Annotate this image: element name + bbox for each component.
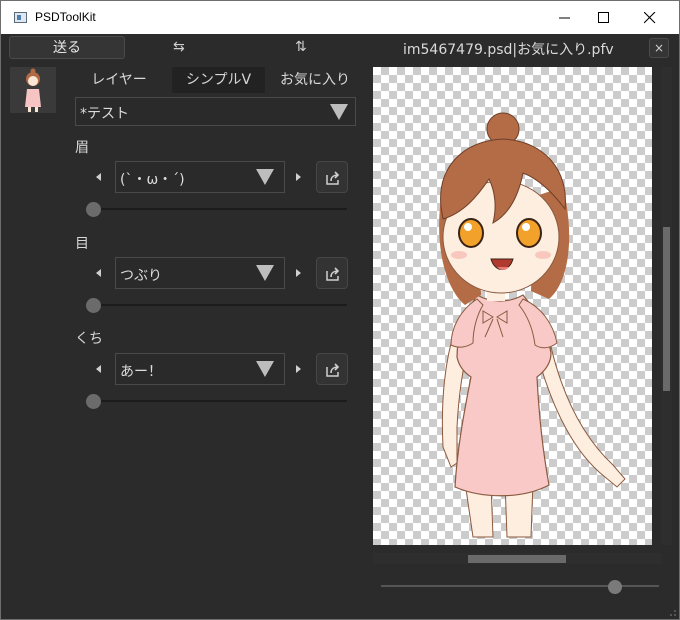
section-label-eyebrows: 眉 (75, 140, 89, 156)
send-button[interactable]: 送る (9, 36, 125, 59)
eyebrows-slider-knob[interactable] (86, 202, 101, 217)
eyebrows-share-button[interactable] (316, 161, 348, 193)
triangle-down-icon (330, 104, 348, 120)
eyes-slider-knob[interactable] (86, 298, 101, 313)
vertical-scrollbar-thumb[interactable] (663, 227, 670, 391)
eyebrows-value: (`・ω・´) (120, 172, 185, 188)
share-icon (326, 171, 340, 185)
close-button[interactable] (627, 1, 673, 34)
mouth-slider-knob[interactable] (86, 394, 101, 409)
prev-icon[interactable] (96, 173, 101, 181)
next-icon[interactable] (296, 365, 301, 373)
mouth-slider-track[interactable] (87, 400, 347, 402)
minimize-icon (559, 17, 570, 19)
prev-icon[interactable] (96, 365, 101, 373)
triangle-down-icon (256, 361, 274, 377)
section-label-mouth: くち (75, 331, 103, 347)
swap-vertical-icon[interactable]: ⇅ (295, 39, 307, 55)
tab-favorites[interactable]: お気に入り (274, 67, 356, 93)
app-icon (14, 12, 27, 23)
tab-simple-v[interactable]: シンプルV (172, 67, 265, 93)
window-title: PSDToolKit (35, 10, 96, 24)
close-document-button[interactable]: × (649, 38, 669, 58)
swap-horizontal-icon[interactable]: ⇆ (173, 39, 185, 55)
mouth-select[interactable]: あー！ (115, 353, 285, 385)
maximize-button[interactable] (581, 1, 627, 34)
next-icon[interactable] (296, 269, 301, 277)
triangle-down-icon (256, 265, 274, 281)
preset-select[interactable]: *テスト (75, 97, 356, 126)
app-window: PSDToolKit 送る ⇆ ⇅ im5467479.psd|お気に入り.pf… (0, 0, 680, 620)
preview-canvas[interactable] (373, 67, 652, 545)
title-bar: PSDToolKit (1, 1, 679, 34)
horizontal-scrollbar-thumb[interactable] (468, 555, 566, 563)
document-title: im5467479.psd|お気に入り.pfv (403, 42, 614, 58)
character-illustration (439, 112, 626, 538)
eyes-value: つぶり (120, 268, 162, 284)
maximize-icon (598, 12, 609, 23)
toolbar: 送る ⇆ ⇅ im5467479.psd|お気に入り.pfv × (1, 34, 679, 61)
preset-value: *テスト (80, 106, 129, 122)
prev-icon[interactable] (96, 269, 101, 277)
eyebrows-select[interactable]: (`・ω・´) (115, 161, 285, 193)
tab-layer[interactable]: レイヤー (79, 67, 159, 93)
resize-grip-icon[interactable] (669, 609, 677, 617)
zoom-slider-knob[interactable] (608, 580, 622, 594)
eyes-slider-track[interactable] (87, 304, 347, 306)
eyebrows-slider-track[interactable] (87, 208, 347, 210)
mouth-share-button[interactable] (316, 353, 348, 385)
eyes-share-button[interactable] (316, 257, 348, 289)
mouth-value: あー！ (120, 364, 162, 380)
close-icon (644, 12, 656, 24)
next-icon[interactable] (296, 173, 301, 181)
eyes-select[interactable]: つぶり (115, 257, 285, 289)
triangle-down-icon (256, 169, 274, 185)
character-thumbnail[interactable] (10, 67, 56, 113)
section-label-eyes: 目 (75, 236, 89, 252)
share-icon (326, 267, 340, 281)
share-icon (326, 363, 340, 377)
